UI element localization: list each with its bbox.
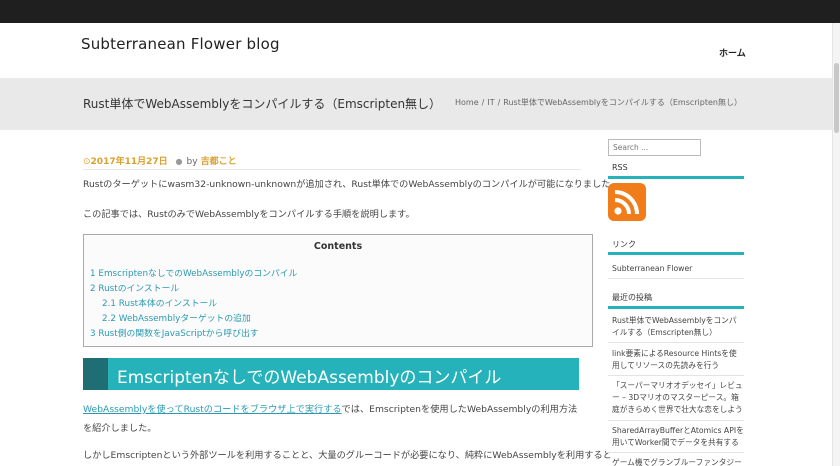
breadcrumb-separator: / [497, 98, 501, 107]
article-paragraph: WebAssemblyを使ってRustのコードをブラウザ上で実行するでは、Ems… [83, 400, 583, 438]
breadcrumb-current: Rust単体でWebAssemblyをコンパイルする（Emscripten無し） [503, 98, 742, 107]
table-of-contents: Contents 1 EmscriptenなしでのWebAssemblyのコンパ… [83, 234, 593, 347]
sidebar-item-divider [608, 342, 744, 343]
toc-item[interactable]: 2.1 Rust本体のインストール [102, 296, 217, 309]
recent-post-item[interactable]: ゲーム機でグランブルーファンタジー [612, 457, 744, 466]
article-link[interactable]: WebAssemblyを使ってRustのコードをブラウザ上で実行する [83, 404, 342, 415]
toc-title: Contents [313, 241, 363, 252]
post-date[interactable]: 2017年11月27日 [91, 157, 168, 167]
heading-accent [83, 358, 108, 390]
toc-item[interactable]: 3 Rust側の関数をJavaScriptから呼び出す [90, 326, 259, 339]
section-heading: EmscriptenなしでのWebAssemblyのコンパイル [83, 358, 579, 390]
scrollbar-thumb[interactable] [834, 63, 839, 133]
widget-title-links: リンク [612, 240, 636, 249]
top-bar [0, 0, 840, 23]
breadcrumb: Home / IT / Rust単体でWebAssemblyをコンパイルする（Emscr… [455, 97, 742, 108]
rss-icon[interactable] [608, 183, 646, 221]
meta-divider [83, 169, 581, 170]
sidebar-item-divider [608, 278, 744, 279]
page-title: Rust単体でWebAssemblyをコンパイルする（Emscripten無し） [83, 97, 442, 111]
breadcrumb-separator: / [481, 98, 485, 107]
toc-item[interactable]: 1 EmscriptenなしでのWebAssemblyのコンパイル [90, 266, 297, 279]
user-icon: ● [175, 157, 183, 166]
page-title-bar: Rust単体でWebAssemblyをコンパイルする（Emscripten無し）… [0, 78, 832, 130]
breadcrumb-home[interactable]: Home [455, 98, 479, 107]
post-meta: ⊙2017年11月27日 ● by 吉都こと [83, 154, 237, 167]
site-title[interactable]: Subterranean Flower blog [81, 35, 280, 53]
sidebar-item-divider [608, 452, 744, 453]
article-paragraph: Rustのターゲットにwasm32-unknown-unknownが追加され、R… [83, 179, 620, 190]
recent-post-item[interactable]: Rust単体でWebAssemblyをコンパイルする（Emscripten無し） [612, 315, 744, 339]
article-paragraph: しかしEmscriptenという外部ツールを利用することと、大量のグルーコードが… [83, 450, 612, 461]
article-paragraph: この記事では、RustのみでWebAssemblyをコンパイルする手順を説明しま… [83, 209, 415, 220]
toc-item[interactable]: 2 Rustのインストール [90, 281, 179, 294]
widget-divider [608, 252, 744, 255]
sidebar-item-divider [608, 375, 744, 376]
post-author[interactable]: 吉都こと [201, 157, 237, 167]
recent-post-item[interactable]: 「スーパーマリオオデッセイ」レビュー – 3Dマリオのマスターピース。箱庭がきら… [612, 380, 744, 416]
site-header: Subterranean Flower blog ホーム [0, 23, 832, 78]
breadcrumb-category[interactable]: IT [487, 98, 494, 107]
widget-title-rss: RSS [612, 163, 628, 172]
post-by-label: by [186, 157, 198, 167]
section-heading-text: EmscriptenなしでのWebAssemblyのコンパイル [117, 368, 502, 388]
toc-item[interactable]: 2.2 WebAssemblyターゲットの追加 [102, 311, 251, 324]
scrollbar[interactable] [832, 23, 840, 466]
search-input[interactable] [608, 139, 701, 156]
sidebar-item-divider [608, 420, 744, 421]
clock-icon: ⊙ [83, 157, 91, 167]
widget-title-recent: 最近の投稿 [612, 293, 652, 302]
nav-home-link[interactable]: ホーム [719, 46, 746, 59]
widget-divider [608, 306, 744, 309]
recent-post-item[interactable]: SharedArrayBufferとAtomics APIを用いてWorker間… [612, 425, 744, 449]
recent-post-item[interactable]: link要素によるResource Hintsを使用してリソースの先読みを行う [612, 348, 744, 372]
widget-divider [608, 176, 744, 179]
sidebar-link-item[interactable]: Subterranean Flower [612, 263, 744, 275]
